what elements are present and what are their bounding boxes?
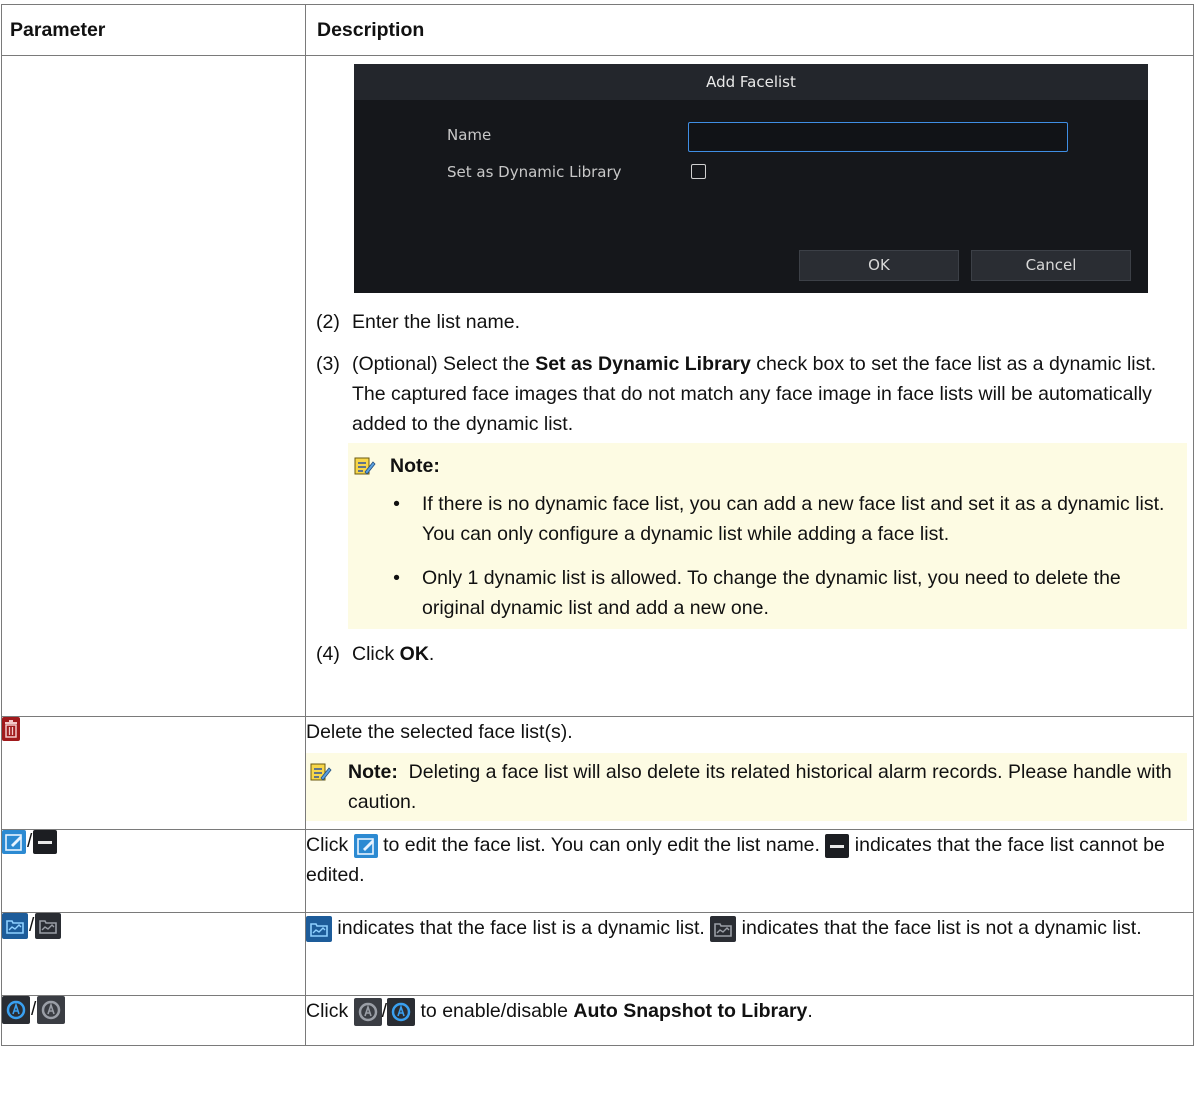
- list-item: • Only 1 dynamic list is allowed. To cha…: [393, 567, 1121, 619]
- auto-snapshot-term: Auto Snapshot to Library: [573, 1000, 808, 1022]
- table-row-dynamic: / indicates that the face list is a dyna…: [1, 912, 1194, 996]
- description-cell: Add Facelist Name Set as Dynamic Library…: [305, 55, 1194, 717]
- add-facelist-dialog-screenshot: Add Facelist Name Set as Dynamic Library…: [354, 64, 1148, 293]
- parameter-table: Parameter Description Add Facelist Name …: [1, 4, 1194, 1046]
- auto-snapshot-disabled-icon: [37, 996, 66, 1024]
- dynamic-list-icon: [2, 913, 28, 939]
- step-4: (4) Click OK.: [316, 643, 435, 665]
- table-row-snapshot: / Click / to enable/disable Auto Snapsho…: [1, 995, 1194, 1046]
- note-bullet-list: • If there is no dynamic face list, you …: [348, 489, 1187, 623]
- header-description: Description: [305, 4, 1194, 56]
- non-editable-icon: [825, 833, 850, 858]
- auto-snapshot-enabled-icon: [387, 997, 416, 1026]
- parameter-cell-dynamic: /: [1, 912, 306, 996]
- dynamic-library-checkbox[interactable]: [691, 164, 706, 179]
- non-dynamic-list-icon: [710, 915, 737, 942]
- name-label: Name: [447, 126, 492, 144]
- table-row-delete: Delete the selected face list(s). Note: …: [1, 716, 1194, 830]
- description-cell: Delete the selected face list(s). Note: …: [305, 716, 1194, 830]
- non-dynamic-list-icon: [35, 913, 62, 939]
- dynamic-list-icon: [306, 915, 332, 942]
- dialog-title: Add Facelist: [354, 64, 1148, 100]
- step-3: (3) (Optional) Select the Set as Dynamic…: [316, 353, 1157, 435]
- table-header-row: Parameter Description: [1, 4, 1194, 56]
- description-cell: indicates that the face list is a dynami…: [305, 912, 1194, 996]
- delete-note: Note: Deleting a face list will also del…: [306, 753, 1187, 821]
- list-item: • If there is no dynamic face list, you …: [393, 493, 1165, 545]
- non-editable-icon: [33, 830, 58, 854]
- edit-icon: [353, 833, 378, 858]
- note-label: Note:: [348, 761, 398, 783]
- step-2: (2) Enter the list name.: [316, 311, 520, 333]
- table-row-edit: / Click to edit the face list. You can o…: [1, 829, 1194, 913]
- parameter-cell-edit: /: [1, 829, 306, 913]
- note-icon: [354, 457, 376, 475]
- parameter-cell-delete: [1, 716, 306, 830]
- dynamic-library-label: Set as Dynamic Library: [447, 163, 622, 181]
- note-box: Note: • If there is no dynamic face list…: [348, 443, 1187, 629]
- ok-button[interactable]: OK: [799, 250, 959, 281]
- parameter-cell-snapshot: /: [1, 995, 306, 1046]
- delete-description: Delete the selected face list(s).: [306, 721, 573, 743]
- auto-snapshot-disabled-icon: [353, 997, 382, 1026]
- edit-icon: [2, 830, 26, 854]
- auto-snapshot-enabled-icon: [2, 996, 30, 1024]
- delete-icon: [2, 717, 20, 741]
- header-parameter: Parameter: [1, 4, 306, 56]
- note-icon: [310, 763, 332, 781]
- parameter-cell-empty: [1, 55, 306, 717]
- ok-term: OK: [399, 643, 429, 665]
- table-row-add: Add Facelist Name Set as Dynamic Library…: [1, 55, 1194, 717]
- note-label: Note:: [390, 454, 440, 477]
- cancel-button[interactable]: Cancel: [971, 250, 1131, 281]
- set-as-dynamic-library-term: Set as Dynamic Library: [535, 353, 751, 375]
- name-input[interactable]: [688, 122, 1068, 152]
- description-cell: Click / to enable/disable Auto Snapshot …: [305, 995, 1194, 1046]
- description-cell: Click to edit the face list. You can onl…: [305, 829, 1194, 913]
